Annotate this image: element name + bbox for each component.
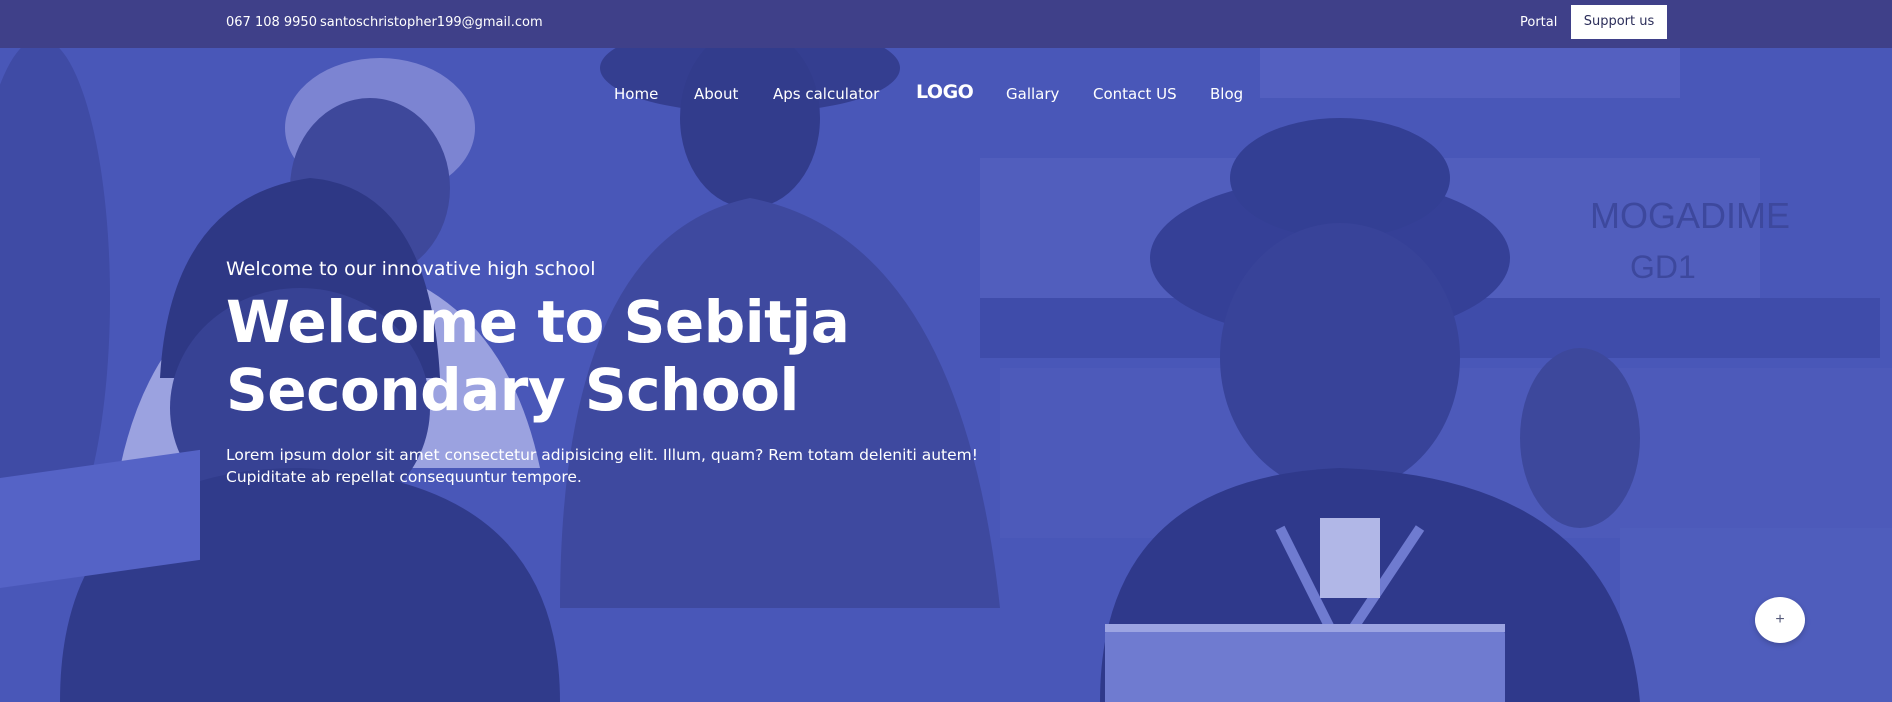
- hero-headline: Welcome to Sebitja Secondary School: [226, 288, 1026, 424]
- hero-headline-line-2: Secondary School: [226, 356, 799, 424]
- top-bar: 067 108 9950 santoschristopher199@gmail.…: [0, 0, 1892, 48]
- hero-content: Welcome to our innovative high school We…: [226, 256, 1026, 488]
- contact-email: santoschristopher199@gmail.com: [320, 15, 543, 30]
- support-us-button[interactable]: Support us: [1571, 5, 1667, 39]
- nav-aps-calculator[interactable]: Aps calculator: [773, 85, 879, 103]
- main-nav: Home About Aps calculator LOGO Gallary C…: [0, 48, 1892, 138]
- page: 067 108 9950 santoschristopher199@gmail.…: [0, 0, 1892, 702]
- floating-add-button[interactable]: +: [1755, 597, 1805, 643]
- nav-contact-us[interactable]: Contact US: [1093, 85, 1177, 103]
- contact-phone: 067 108 9950: [226, 15, 317, 30]
- nav-blog[interactable]: Blog: [1210, 85, 1243, 103]
- hero-headline-line-1: Welcome to Sebitja: [226, 288, 850, 356]
- portal-link[interactable]: Portal: [1520, 15, 1557, 30]
- site-logo[interactable]: LOGO: [916, 81, 974, 103]
- hero-description: Lorem ipsum dolor sit amet consectetur a…: [226, 446, 978, 486]
- plus-icon: +: [1775, 611, 1785, 628]
- nav-about[interactable]: About: [694, 85, 738, 103]
- nav-gallery[interactable]: Gallary: [1006, 85, 1059, 103]
- nav-home[interactable]: Home: [614, 85, 658, 103]
- hero-eyebrow: Welcome to our innovative high school: [226, 258, 596, 280]
